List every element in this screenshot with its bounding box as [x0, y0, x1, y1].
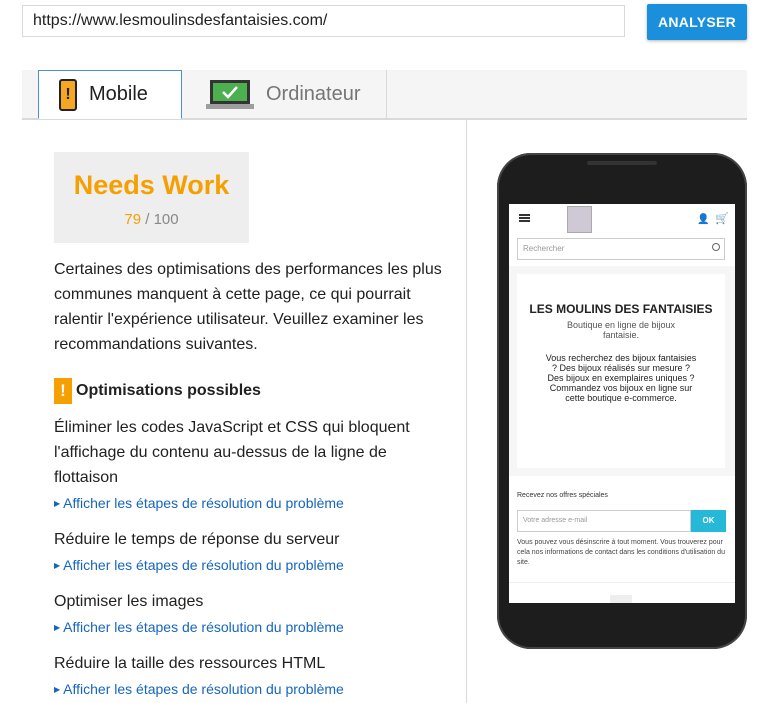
shop-logo	[567, 206, 592, 233]
rule-item: Éliminer les codes JavaScript et CSS qui…	[54, 415, 454, 515]
section-title: Optimisations possibles	[76, 382, 261, 399]
rule-title: Éliminer les codes JavaScript et CSS qui…	[54, 419, 410, 486]
section-header: ! Optimisations possibles	[54, 378, 261, 404]
shop-subtitle: Boutique en ligne de bijoux fantaisie.	[566, 320, 676, 340]
show-fix-link[interactable]: ▶ Afficher les étapes de résolution du pr…	[54, 616, 454, 639]
tab-mobile[interactable]: ! Mobile	[38, 70, 182, 119]
preview-search: Rechercher	[517, 238, 725, 260]
show-fix-link[interactable]: ▶ Afficher les étapes de résolution du pr…	[54, 554, 454, 577]
newsletter-input: Votre adresse e-mail	[517, 510, 691, 532]
warning-icon: !	[54, 378, 72, 404]
show-fix-link[interactable]: ▶ Afficher les étapes de résolution du pr…	[54, 492, 454, 515]
newsletter-button: OK	[691, 510, 726, 532]
show-fix-link-label: Afficher les étapes de résolution du pro…	[63, 681, 344, 697]
show-fix-link[interactable]: ▶ Afficher les étapes de résolution du pr…	[54, 678, 454, 701]
analyze-button[interactable]: ANALYSER	[647, 4, 747, 40]
user-icon: 👤	[697, 214, 710, 225]
footer-icon	[610, 595, 632, 603]
show-fix-link-label: Afficher les étapes de résolution du pro…	[63, 557, 344, 573]
score-value: 79 / 100	[54, 211, 249, 228]
score-card: Needs Work 79 / 100	[54, 152, 249, 243]
divider-horizontal	[22, 119, 747, 120]
preview-screen: 👤 🛒 Rechercher LES MOULINS DES FANTAISIE…	[509, 204, 735, 603]
tab-desktop[interactable]: Ordinateur	[182, 70, 387, 119]
shop-title: LES MOULINS DES FANTAISIES	[529, 302, 713, 316]
preview-search-placeholder: Rechercher	[523, 244, 565, 253]
rule-item: Optimiser les images ▶ Afficher les étape…	[54, 589, 454, 639]
tab-desktop-label: Ordinateur	[266, 83, 361, 105]
score-max: 100	[153, 211, 179, 228]
rule-title: Optimiser les images	[54, 593, 204, 610]
show-fix-link-label: Afficher les étapes de résolution du pro…	[63, 619, 344, 635]
rule-item: Réduire le temps de réponse du serveur ▶…	[54, 527, 454, 577]
divider-vertical	[466, 120, 467, 703]
newsletter-label: Recevez nos offres spéciales	[517, 492, 608, 499]
score-title: Needs Work	[73, 170, 230, 200]
mobile-preview-phone: 👤 🛒 Rechercher LES MOULINS DES FANTAISIE…	[497, 153, 747, 649]
score-separator: /	[141, 211, 154, 228]
preview-hero-card: LES MOULINS DES FANTAISIES Boutique en l…	[517, 274, 725, 468]
menu-icon	[519, 214, 530, 222]
score-number: 79	[124, 211, 142, 228]
preview-footer	[509, 582, 735, 603]
caret-right-icon: ▶	[54, 685, 61, 695]
desktop-check-icon	[206, 79, 254, 111]
phone-speaker	[587, 161, 657, 165]
cart-icon: 🛒	[715, 213, 729, 225]
show-fix-link-label: Afficher les étapes de résolution du pro…	[63, 495, 344, 511]
tab-mobile-label: Mobile	[89, 83, 148, 105]
search-icon	[712, 243, 720, 251]
caret-right-icon: ▶	[54, 499, 61, 509]
newsletter-disclaimer: Vous pouvez vous désinscrire à tout mome…	[517, 539, 725, 566]
caret-right-icon: ▶	[54, 623, 61, 633]
rule-title: Réduire le temps de réponse du serveur	[54, 531, 340, 548]
smartphone-warning-icon: !	[59, 78, 77, 111]
preview-header: 👤 🛒	[509, 204, 735, 235]
url-input[interactable]	[22, 5, 625, 37]
device-tabs: ! Mobile Ordinateur	[22, 70, 747, 119]
caret-right-icon: ▶	[54, 561, 61, 571]
shop-text: Vous recherchez des bijoux fantaisies ? …	[545, 353, 697, 403]
summary-text: Certaines des optimisations des performa…	[54, 261, 442, 353]
rule-item: Réduire la taille des ressources HTML ▶ A…	[54, 651, 454, 701]
rule-title: Réduire la taille des ressources HTML	[54, 655, 326, 672]
